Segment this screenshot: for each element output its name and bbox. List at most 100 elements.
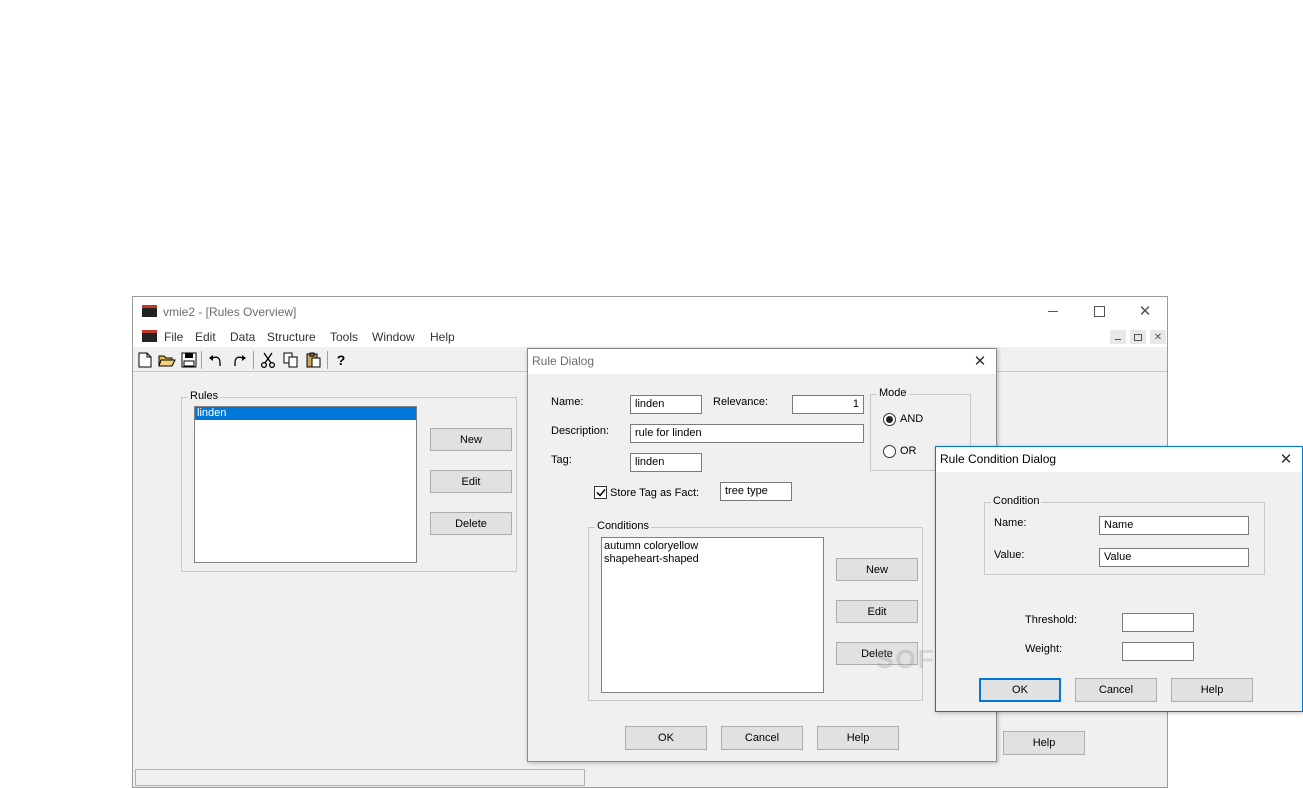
menu-bar: File Edit Data Structure Tools Window He…	[133, 325, 1167, 347]
mdi-minimize-icon	[1115, 339, 1121, 340]
redo-button[interactable]	[229, 350, 249, 370]
cut-icon	[260, 352, 276, 368]
copy-icon	[283, 352, 298, 368]
mode-group-caption: Mode	[877, 387, 909, 399]
weight-label: Weight:	[1025, 643, 1063, 655]
close-icon: ✕	[1138, 303, 1152, 320]
vmie-logo-icon	[142, 305, 157, 317]
store-tag-label: Store Tag as Fact:	[610, 487, 700, 499]
close-icon: ✕	[1279, 451, 1293, 468]
menu-structure[interactable]: Structure	[267, 330, 316, 344]
condition-help-button[interactable]: Help	[1171, 678, 1253, 702]
mdi-restore-icon	[1134, 333, 1142, 341]
radio-selected-dot	[886, 416, 893, 423]
rule-help-button[interactable]: Help	[817, 726, 899, 750]
mode-or-label: OR	[900, 445, 917, 457]
mdi-restore-button[interactable]	[1130, 330, 1146, 344]
rule-dialog-close-button[interactable]: ✕	[970, 351, 990, 371]
rules-group-caption: Rules	[188, 390, 221, 402]
minimize-button[interactable]	[1039, 303, 1067, 319]
store-tag-checkbox[interactable]	[594, 486, 607, 499]
mdi-close-button[interactable]: ✕	[1150, 330, 1166, 344]
new-file-icon	[138, 352, 152, 368]
weight-field[interactable]	[1122, 642, 1194, 661]
open-folder-icon	[158, 355, 176, 367]
threshold-label: Threshold:	[1025, 614, 1077, 626]
condition-value-label: Value:	[994, 549, 1025, 561]
toolbar-separator	[253, 351, 254, 369]
undo-button[interactable]	[206, 350, 226, 370]
copy-button[interactable]	[281, 350, 301, 370]
mdi-minimize-button[interactable]	[1110, 330, 1126, 344]
redo-icon	[234, 355, 246, 366]
new-condition-button[interactable]: New	[836, 558, 918, 581]
rule-cancel-button[interactable]: Cancel	[721, 726, 803, 750]
menu-file[interactable]: File	[164, 330, 183, 344]
rule-dialog-title: Rule Dialog	[532, 354, 595, 368]
menu-data[interactable]: Data	[230, 330, 255, 344]
relevance-field[interactable]: 1	[792, 395, 864, 414]
save-icon	[181, 352, 197, 368]
threshold-field[interactable]	[1122, 613, 1194, 632]
open-folder-button[interactable]	[157, 350, 177, 370]
rule-ok-button[interactable]: OK	[625, 726, 707, 750]
close-button[interactable]: ✕	[1131, 302, 1159, 320]
rule-dialog: Rule Dialog ✕ Name: linden Relevance: 1 …	[527, 348, 997, 762]
new-file-button[interactable]	[135, 350, 155, 370]
edit-rule-button[interactable]: Edit	[430, 470, 512, 493]
cut-button[interactable]	[258, 350, 278, 370]
mode-and-radio[interactable]	[883, 413, 896, 426]
menu-edit[interactable]: Edit	[195, 330, 216, 344]
condition-dialog-close-button[interactable]: ✕	[1276, 449, 1296, 469]
mode-and-label: AND	[900, 413, 924, 425]
rules-list[interactable]: linden	[194, 406, 417, 563]
toolbar-separator	[201, 351, 202, 369]
description-field[interactable]: rule for linden	[630, 424, 864, 443]
condition-dialog-title: Rule Condition Dialog	[940, 452, 1057, 466]
condition-value-field[interactable]: Value	[1099, 548, 1249, 567]
description-label: Description:	[551, 425, 610, 437]
conditions-group-caption: Conditions	[595, 520, 651, 532]
menu-help[interactable]: Help	[430, 330, 455, 344]
close-icon: ✕	[973, 353, 987, 370]
menu-tools[interactable]: Tools	[330, 330, 358, 344]
condition-name-field[interactable]: Name	[1099, 516, 1249, 535]
main-help-button[interactable]: Help	[1003, 731, 1085, 755]
tag-label: Tag:	[551, 454, 572, 466]
edit-condition-button[interactable]: Edit	[836, 600, 918, 623]
mdi-close-icon: ✕	[1153, 331, 1163, 343]
list-item[interactable]: shapeheart-shaped	[604, 553, 821, 566]
main-window-title: vmie2 - [Rules Overview]	[163, 305, 297, 319]
condition-ok-button[interactable]: OK	[979, 678, 1061, 702]
maximize-button[interactable]	[1085, 303, 1113, 319]
rule-item-label: linden	[197, 407, 227, 419]
minimize-icon	[1048, 310, 1058, 312]
mdi-child-icon	[142, 330, 157, 342]
new-rule-button[interactable]: New	[430, 428, 512, 451]
delete-rule-button[interactable]: Delete	[430, 512, 512, 535]
toolbar-separator	[327, 351, 328, 369]
checkmark-icon	[595, 489, 606, 497]
help-question-icon: ?	[336, 352, 346, 368]
name-label: Name:	[551, 396, 584, 408]
help-button-toolbar[interactable]: ?	[331, 350, 351, 370]
list-item[interactable]: linden	[195, 407, 416, 420]
relevance-label: Relevance:	[713, 396, 769, 408]
condition-cancel-button[interactable]: Cancel	[1075, 678, 1157, 702]
save-button[interactable]	[179, 350, 199, 370]
list-item[interactable]: autumn coloryellow	[604, 540, 821, 553]
condition-name-label: Name:	[994, 517, 1027, 529]
maximize-icon	[1093, 305, 1105, 317]
rule-dialog-titlebar[interactable]: Rule Dialog ✕	[528, 349, 996, 374]
menu-window[interactable]: Window	[372, 330, 415, 344]
main-titlebar[interactable]: vmie2 - [Rules Overview] ✕	[133, 297, 1167, 325]
conditions-list[interactable]: autumn coloryellow shapeheart-shaped	[601, 537, 824, 693]
name-field[interactable]: linden	[630, 395, 702, 414]
rule-condition-dialog: Rule Condition Dialog ✕ Condition Name: …	[935, 446, 1303, 712]
store-tag-field[interactable]: tree type	[720, 482, 792, 501]
tag-field[interactable]: linden	[630, 453, 702, 472]
status-bar	[135, 769, 585, 786]
paste-button[interactable]	[304, 350, 324, 370]
condition-dialog-titlebar[interactable]: Rule Condition Dialog ✕	[936, 447, 1302, 472]
mode-or-radio[interactable]	[883, 445, 896, 458]
